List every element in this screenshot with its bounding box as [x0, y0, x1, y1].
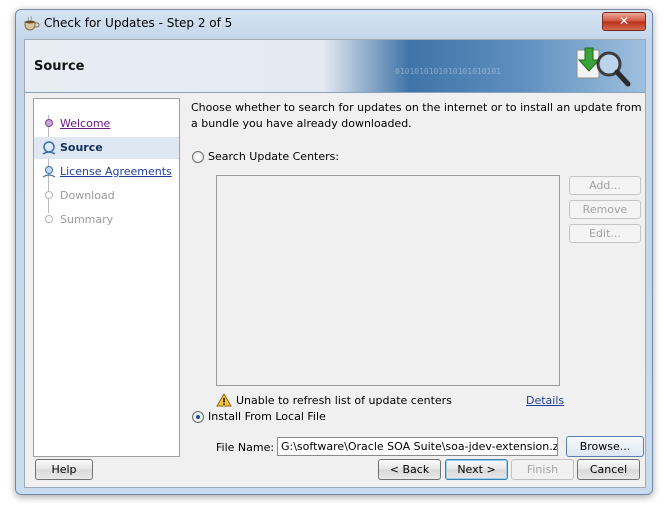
next-button[interactable]: Next > — [445, 459, 508, 480]
browse-button[interactable]: Browse... — [566, 436, 644, 457]
instructions-text: Choose whether to search for updates on … — [191, 101, 642, 130]
warning-message: Unable to refresh list of update centers — [236, 394, 452, 407]
wizard-header: Source 0101010101010101010101 — [25, 40, 645, 93]
remove-button[interactable]: Remove — [569, 200, 641, 219]
update-magnifier-icon — [576, 47, 631, 87]
step-summary: Summary — [34, 209, 179, 231]
wizard-client-area: Source 0101010101010101010101 Welcome So… — [24, 39, 646, 488]
step-source: Source — [34, 137, 179, 159]
pending-step-icon — [42, 166, 56, 178]
file-name-label: File Name: — [216, 441, 275, 454]
help-button[interactable]: Help — [35, 459, 93, 480]
step-license-agreements[interactable]: License Agreements — [34, 161, 179, 183]
step-welcome[interactable]: Welcome — [34, 113, 179, 135]
title-bar[interactable]: Check for Updates - Step 2 of 5 ✕ — [16, 10, 652, 36]
disabled-step-icon — [45, 191, 53, 199]
step-label: Summary — [60, 213, 114, 226]
step-label: Welcome — [60, 117, 111, 130]
page-title: Source — [34, 59, 85, 74]
finish-button[interactable]: Finish — [511, 459, 574, 480]
update-wizard-window: Check for Updates - Step 2 of 5 ✕ Source… — [15, 9, 653, 495]
radio-selected-dot — [196, 415, 200, 419]
jdeveloper-cup-icon — [24, 15, 40, 31]
search-update-centers-label[interactable]: Search Update Centers: — [208, 150, 339, 163]
install-local-file-label[interactable]: Install From Local File — [208, 410, 326, 423]
close-icon: ✕ — [618, 14, 630, 28]
back-button[interactable]: < Back — [378, 459, 441, 480]
visited-step-icon — [45, 119, 53, 127]
search-update-centers-radio[interactable] — [192, 151, 204, 163]
warning-icon — [216, 393, 232, 407]
current-step-magnifier-icon — [42, 141, 56, 155]
step-label: License Agreements — [60, 165, 172, 178]
cancel-button[interactable]: Cancel — [577, 459, 640, 480]
close-button[interactable]: ✕ — [602, 12, 646, 31]
edit-button[interactable]: Edit... — [569, 224, 641, 243]
step-label: Download — [60, 189, 115, 202]
wizard-steps-panel: Welcome Source License Agreements Downlo… — [33, 98, 180, 457]
disabled-step-icon — [45, 215, 53, 223]
install-local-file-radio[interactable] — [192, 411, 204, 423]
step-download: Download — [34, 185, 179, 207]
step-label: Source — [60, 141, 103, 154]
source-content-panel: Choose whether to search for updates on … — [183, 98, 644, 458]
file-name-input[interactable]: G:\software\Oracle SOA Suite\soa-jdev-ex… — [277, 437, 558, 456]
window-title: Check for Updates - Step 2 of 5 — [44, 16, 233, 30]
details-link[interactable]: Details — [526, 394, 564, 407]
update-centers-list[interactable] — [216, 175, 560, 386]
add-button[interactable]: Add... — [569, 176, 641, 195]
header-binary-decoration: 0101010101010101010101 — [395, 67, 501, 76]
